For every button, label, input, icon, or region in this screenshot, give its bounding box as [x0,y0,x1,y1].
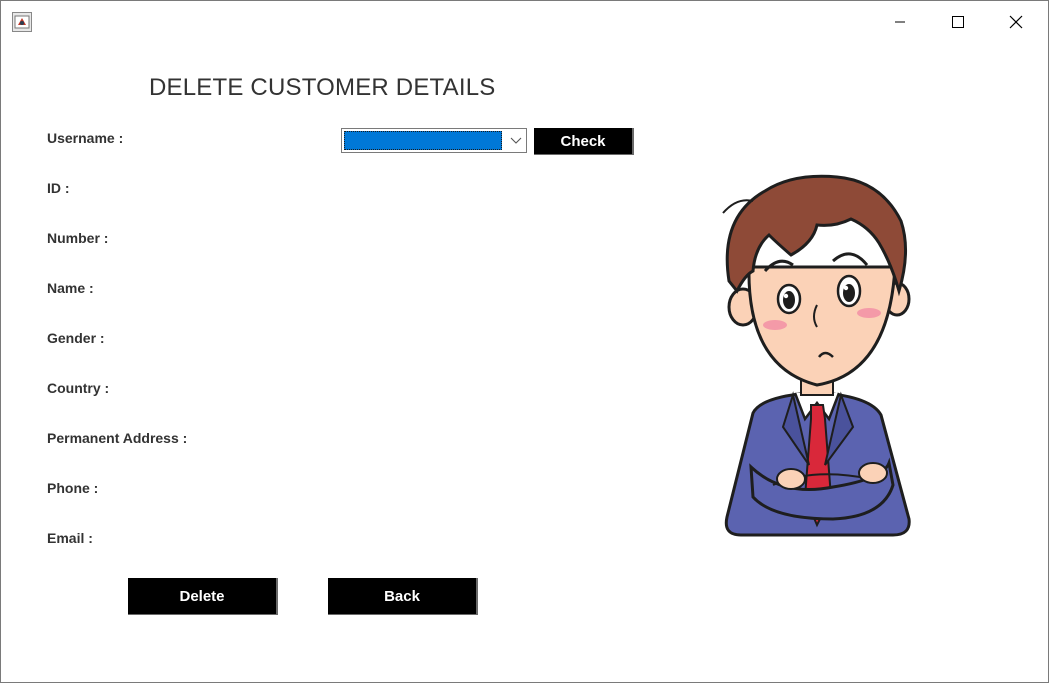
email-label: Email : [47,530,93,546]
username-dropdown[interactable] [341,128,527,153]
phone-label: Phone : [47,480,99,496]
username-selected-value [344,131,502,150]
delete-button[interactable]: Delete [128,578,278,615]
id-label: ID : [47,180,70,196]
username-label: Username : [47,130,124,146]
application-window: DELETE CUSTOMER DETAILS Username : ID : … [0,0,1049,683]
close-icon [1009,15,1023,29]
chevron-down-icon[interactable] [509,134,523,148]
java-app-icon [12,12,32,32]
gender-label: Gender : [47,330,105,346]
number-label: Number : [47,230,109,246]
maximize-button[interactable] [935,7,981,37]
page-title: DELETE CUSTOMER DETAILS [149,74,496,101]
permanent-address-label: Permanent Address : [47,430,188,446]
check-button[interactable]: Check [534,128,634,155]
minimize-icon [895,21,905,23]
minimize-button[interactable] [877,7,923,37]
back-button[interactable]: Back [328,578,478,615]
maximize-icon [952,16,964,28]
confused-man-illustration [722,174,911,537]
close-button[interactable] [993,7,1039,37]
name-label: Name : [47,280,94,296]
country-label: Country : [47,380,110,396]
